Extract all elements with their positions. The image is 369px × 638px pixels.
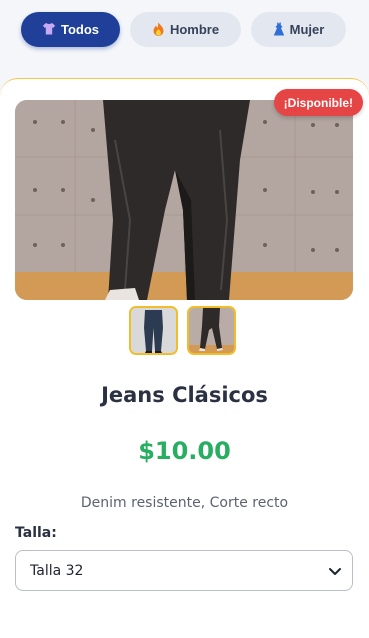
category-filter-bar: Todos Hombre Mujer: [0, 0, 369, 58]
filter-hombre-label: Hombre: [169, 22, 220, 37]
product-title: Jeans Clásicos: [101, 383, 268, 407]
availability-badge: ¡Disponible!: [273, 89, 363, 116]
thumbnail-black-jeans[interactable]: [187, 306, 236, 355]
size-select[interactable]: Talla 32: [15, 550, 353, 591]
size-select-value: Talla 32: [30, 562, 84, 579]
chevron-down-icon: [328, 564, 342, 578]
thumbnail-blue-jeans[interactable]: [129, 306, 178, 355]
filter-hombre-button[interactable]: Hombre: [130, 12, 241, 47]
filter-mujer-button[interactable]: Mujer: [251, 12, 346, 47]
product-main-image: [15, 100, 353, 300]
filter-mujer-label: Mujer: [289, 22, 325, 37]
size-label: Talla:: [15, 525, 57, 541]
shirt-icon: [42, 22, 56, 37]
product-description: Denim resistente, Corte recto: [80, 495, 289, 511]
product-price: $10.00: [138, 437, 231, 465]
filter-todos-button[interactable]: Todos: [21, 12, 120, 47]
dress-icon: [273, 22, 285, 38]
filter-todos-label: Todos: [60, 22, 100, 37]
fire-icon: [152, 22, 165, 38]
